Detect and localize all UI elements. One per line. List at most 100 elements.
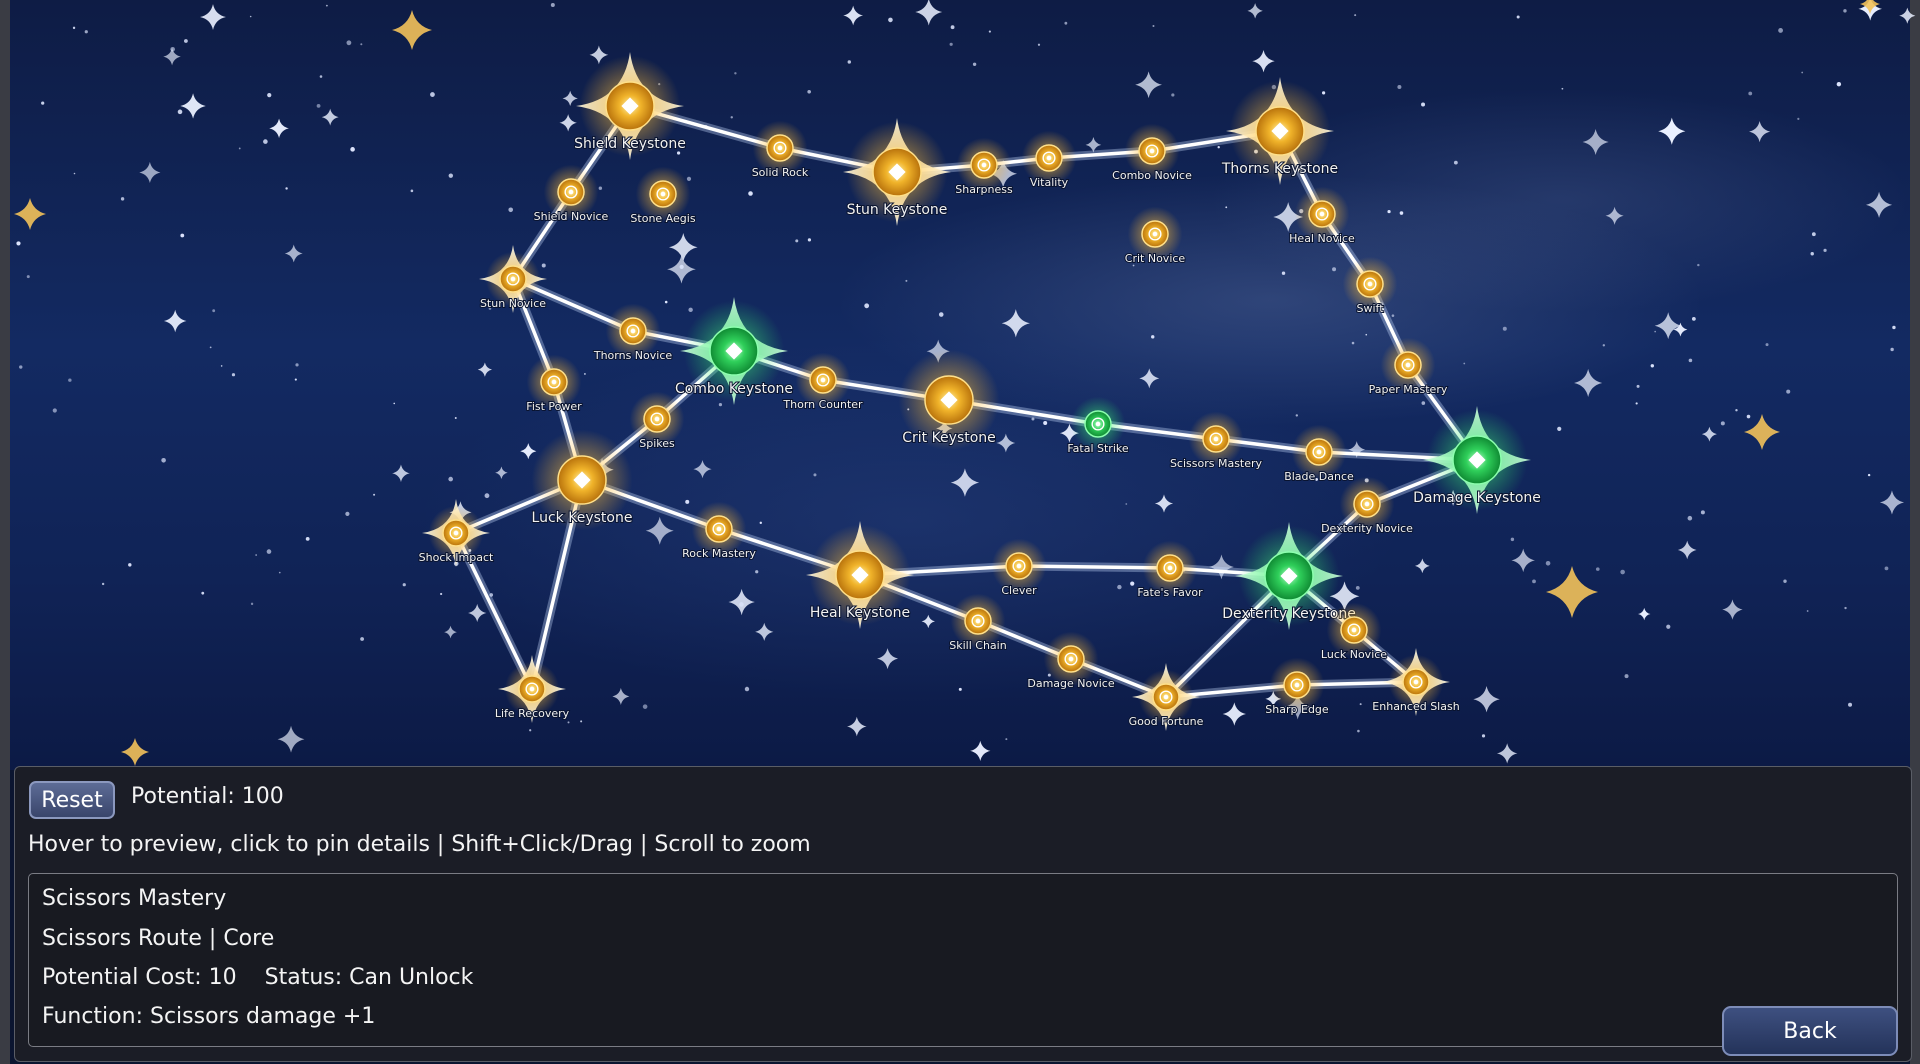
background-star	[73, 172, 76, 175]
background-star	[120, 197, 125, 201]
skill-node-stun-keystone[interactable]: Stun Keystone	[843, 118, 951, 226]
background-star	[1582, 129, 1609, 156]
background-star	[278, 571, 281, 574]
skill-node-crit-novice[interactable]: Crit Novice	[1124, 206, 1186, 266]
background-star	[748, 191, 753, 196]
ring-icon-dot	[1163, 694, 1169, 700]
background-star	[360, 637, 364, 641]
skill-node-sharp-edge[interactable]: Sharp Edge	[1264, 657, 1330, 717]
background-star	[321, 108, 339, 126]
background-star	[1001, 309, 1030, 338]
background-star	[1746, 414, 1751, 419]
background-star	[1415, 558, 1430, 574]
background-star	[1399, 211, 1404, 215]
skill-node-sharpness[interactable]: Sharpness	[954, 137, 1014, 197]
skill-node-fatal-strike[interactable]: Fatal Strike	[1066, 396, 1130, 456]
background-star	[1281, 271, 1286, 275]
background-star	[1516, 15, 1520, 19]
background-star	[1355, 585, 1360, 590]
skill-node-heal-novice[interactable]: Heal Novice	[1288, 186, 1356, 246]
skill-node-damage-novice[interactable]: Damage Novice	[1026, 631, 1116, 691]
skill-node-label: Crit Novice	[1125, 252, 1186, 265]
background-star	[996, 433, 1016, 453]
background-star	[184, 39, 188, 43]
ring-icon-dot	[660, 191, 666, 197]
background-star	[477, 362, 493, 377]
background-star	[559, 114, 577, 132]
background-star	[1247, 3, 1263, 19]
skill-node-swift[interactable]: Swift	[1342, 256, 1398, 316]
ring-icon-dot	[716, 526, 722, 532]
background-star	[612, 687, 630, 705]
ring-icon-dot	[551, 379, 557, 385]
background-star	[1823, 248, 1827, 252]
skill-node-life-recovery[interactable]: Life Recovery	[494, 655, 571, 723]
ring-icon-dot	[1016, 563, 1022, 569]
skill-node-rock-mastery[interactable]: Rock Mastery	[681, 501, 757, 561]
skill-node-heal-keystone[interactable]: Heal Keystone	[806, 521, 914, 629]
background-star	[730, 116, 733, 119]
skill-tree-map[interactable]: Shield Keystone Solid Rock Stun Keystone Sh…	[0, 0, 1920, 770]
skill-node-shock-impact[interactable]: Shock Impact	[418, 499, 495, 567]
background-star	[1658, 117, 1686, 145]
skill-node-stone-aegis[interactable]: Stone Aegis	[629, 166, 697, 226]
background-star	[1865, 191, 1893, 218]
background-star	[759, 521, 762, 525]
background-star	[1797, 117, 1800, 120]
skill-node-solid-rock[interactable]: Solid Rock	[751, 120, 810, 180]
ring-icon-dot	[453, 530, 459, 536]
ring-icon-dot	[777, 145, 783, 151]
skill-node-label: Clever	[1001, 584, 1037, 597]
skill-node-crit-keystone[interactable]: Crit Keystone	[898, 349, 1000, 451]
skill-node-thorns-keystone[interactable]: Thorns Keystone	[1220, 77, 1339, 185]
skill-node-clever[interactable]: Clever	[991, 538, 1047, 598]
skill-node-fist-power[interactable]: Fist Power	[525, 354, 583, 414]
ring-icon-dot	[1046, 155, 1052, 161]
background-star	[1117, 584, 1122, 590]
skill-node-stun-novice[interactable]: Stun Novice	[479, 245, 547, 313]
skill-node-label: Vitality	[1030, 176, 1069, 189]
background-star	[1387, 209, 1391, 214]
background-star	[1749, 121, 1771, 143]
skill-function: Function: Scissors damage +1	[42, 1004, 376, 1029]
skill-node-luck-keystone[interactable]: Luck Keystone	[531, 429, 633, 531]
reset-button[interactable]: Reset	[29, 781, 115, 819]
background-star	[589, 45, 609, 65]
skill-node-damage-keystone[interactable]: Damage Keystone	[1412, 406, 1542, 514]
background-star	[1152, 25, 1155, 28]
background-star	[360, 43, 363, 46]
background-star	[1635, 402, 1638, 405]
skill-node-shield-novice[interactable]: Shield Novice	[533, 164, 610, 224]
skill-node-combo-keystone[interactable]: Combo Keystone	[674, 297, 794, 405]
skill-node-dexterity-novice[interactable]: Dexterity Novice	[1320, 476, 1414, 536]
background-star	[1688, 358, 1693, 363]
back-button[interactable]: Back	[1722, 1006, 1898, 1056]
background-star	[1222, 702, 1246, 726]
background-star	[430, 92, 435, 97]
background-star	[1481, 734, 1486, 738]
skill-node-label: Stun Novice	[480, 297, 546, 310]
ring-icon-dot	[975, 618, 981, 624]
skill-node-paper-mastery[interactable]: Paper Mastery	[1368, 337, 1449, 397]
background-gold-star	[14, 198, 46, 230]
skill-node-vitality[interactable]: Vitality	[1021, 130, 1077, 190]
background-star	[567, 721, 570, 724]
background-star	[755, 622, 774, 641]
skill-node-shield-keystone[interactable]: Shield Keystone	[573, 52, 687, 160]
background-star	[101, 582, 105, 586]
background-star	[1351, 341, 1355, 345]
skill-node-label: Stone Aegis	[630, 212, 695, 225]
skill-node-spikes[interactable]: Spikes	[629, 391, 685, 451]
background-star	[1532, 579, 1536, 584]
skill-node-blade-dance[interactable]: Blade Dance	[1283, 424, 1355, 484]
background-star	[448, 173, 454, 178]
background-star	[1397, 84, 1402, 89]
background-star	[1899, 7, 1916, 24]
skill-node-skill-chain[interactable]: Skill Chain	[948, 593, 1008, 653]
skill-node-fates-favor[interactable]: Fate's Favor	[1136, 540, 1204, 600]
background-star	[1879, 490, 1905, 515]
skill-details-box: Scissors Mastery Scissors Route | Core P…	[28, 873, 1898, 1047]
skill-node-label: Paper Mastery	[1369, 383, 1448, 396]
background-star	[1005, 738, 1008, 741]
ring-icon-dot	[1149, 148, 1155, 154]
